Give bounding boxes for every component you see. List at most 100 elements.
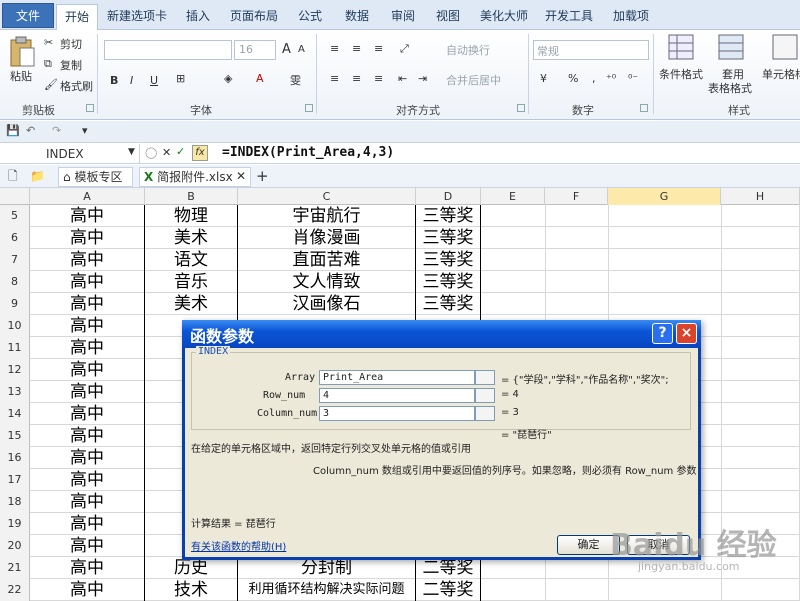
- folder-icon[interactable]: 📁: [30, 167, 45, 187]
- cell-a[interactable]: 高中: [30, 315, 145, 337]
- row-header[interactable]: 8: [0, 271, 30, 293]
- cell-a[interactable]: 高中: [30, 579, 145, 601]
- cell-a[interactable]: 高中: [30, 381, 145, 403]
- font-color-button[interactable]: A: [256, 72, 264, 85]
- tab-file[interactable]: 文件: [2, 3, 54, 28]
- copy-icon[interactable]: ⧉: [44, 57, 52, 71]
- row-header[interactable]: 22: [0, 579, 30, 601]
- column-header[interactable]: C: [238, 188, 416, 205]
- row-header[interactable]: 11: [0, 337, 30, 359]
- scissors-icon[interactable]: ✂: [44, 36, 53, 49]
- indent-decrease-icon[interactable]: ⇤: [398, 72, 407, 85]
- row-header[interactable]: 5: [0, 205, 30, 227]
- row-header[interactable]: 14: [0, 403, 30, 425]
- cell-a[interactable]: 高中: [30, 337, 145, 359]
- collapse-ref-icon[interactable]: [475, 388, 495, 403]
- cell-a[interactable]: 高中: [30, 359, 145, 381]
- italic-button[interactable]: I: [130, 74, 133, 87]
- tab-home[interactable]: 开始: [56, 4, 98, 31]
- cell-c[interactable]: 肖像漫画: [238, 227, 416, 249]
- row-header[interactable]: 19: [0, 513, 30, 535]
- collapse-icon[interactable]: ◯: [145, 146, 157, 159]
- new-tab-button[interactable]: +: [256, 167, 269, 187]
- cell-a[interactable]: 高中: [30, 403, 145, 425]
- font-size-combo[interactable]: 16: [234, 40, 276, 60]
- cell-styles-button[interactable]: 单元格样: [762, 66, 800, 82]
- align-top-icon[interactable]: ≡: [330, 42, 339, 55]
- cell-c[interactable]: 汉画像石: [238, 293, 416, 315]
- fill-color-icon[interactable]: ◈: [224, 72, 232, 85]
- cell-c[interactable]: 文人情致: [238, 271, 416, 293]
- column-num-input[interactable]: 3: [319, 406, 475, 421]
- orientation-icon[interactable]: ⤢: [400, 42, 409, 56]
- tab-view[interactable]: 视图: [428, 4, 468, 30]
- array-input[interactable]: Print_Area: [319, 370, 475, 385]
- cut-button[interactable]: 剪切: [60, 36, 82, 52]
- row-header[interactable]: 16: [0, 447, 30, 469]
- tab-review[interactable]: 审阅: [383, 4, 423, 30]
- row-header[interactable]: 6: [0, 227, 30, 249]
- enter-icon[interactable]: ✓: [176, 145, 185, 158]
- tab-template-zone[interactable]: ⌂ 模板专区: [58, 167, 133, 187]
- align-right-icon[interactable]: ≡: [374, 72, 383, 85]
- conditional-format-icon[interactable]: [668, 34, 694, 60]
- cell-a[interactable]: 高中: [30, 557, 145, 579]
- cell-styles-icon[interactable]: [772, 34, 798, 60]
- shrink-font-icon[interactable]: A: [298, 44, 305, 55]
- column-header[interactable]: D: [416, 188, 481, 205]
- cell-a[interactable]: 高中: [30, 535, 145, 557]
- cell-b[interactable]: 音乐: [145, 271, 238, 293]
- align-center-icon[interactable]: ≡: [352, 72, 361, 85]
- merge-center-button[interactable]: 合并后居中: [446, 72, 501, 88]
- tab-new[interactable]: 新建选项卡: [103, 4, 171, 30]
- paste-label[interactable]: 粘贴: [10, 68, 32, 84]
- percent-button[interactable]: %: [568, 72, 578, 85]
- cell-b[interactable]: 历史: [145, 557, 238, 579]
- name-box[interactable]: INDEX ▼: [0, 144, 140, 164]
- indent-increase-icon[interactable]: ⇥: [418, 72, 427, 85]
- cell-a[interactable]: 高中: [30, 513, 145, 535]
- clipboard-launcher-icon[interactable]: [86, 104, 94, 112]
- collapse-ref-icon[interactable]: [475, 406, 495, 421]
- cell-c[interactable]: 宇宙航行: [238, 205, 416, 227]
- format-table-label2[interactable]: 表格格式: [708, 80, 752, 96]
- cell-b[interactable]: 美术: [145, 293, 238, 315]
- wrap-text-button[interactable]: 自动换行: [446, 42, 490, 58]
- cell-d[interactable]: 三等奖: [416, 249, 481, 271]
- cell-a[interactable]: 高中: [30, 491, 145, 513]
- cell-c[interactable]: 直面苦难: [238, 249, 416, 271]
- cell-b[interactable]: 物理: [145, 205, 238, 227]
- row-header[interactable]: 13: [0, 381, 30, 403]
- cell-c[interactable]: 分封制: [238, 557, 416, 579]
- column-header[interactable]: A: [30, 188, 145, 205]
- underline-button[interactable]: U: [150, 74, 158, 87]
- currency-icon[interactable]: ¥: [540, 72, 547, 85]
- cell-d[interactable]: 三等奖: [416, 271, 481, 293]
- tab-insert[interactable]: 插入: [178, 4, 218, 30]
- decrease-decimal-icon[interactable]: ⁰⁻: [628, 72, 638, 85]
- help-button[interactable]: ?: [652, 323, 673, 344]
- undo-icon[interactable]: ↶: [26, 124, 35, 137]
- wen-button[interactable]: 雯: [290, 72, 301, 88]
- tab-workbook[interactable]: X 简报附件.xlsx: [139, 167, 251, 187]
- tab-formulas[interactable]: 公式: [290, 4, 330, 30]
- format-table-icon[interactable]: [718, 34, 744, 60]
- column-header[interactable]: F: [545, 188, 608, 205]
- cell-a[interactable]: 高中: [30, 205, 145, 227]
- cell-a[interactable]: 高中: [30, 271, 145, 293]
- bold-button[interactable]: B: [110, 74, 118, 87]
- close-button[interactable]: ×: [676, 323, 697, 344]
- border-icon[interactable]: ⊞: [176, 72, 185, 85]
- format-painter-button[interactable]: 格式刷: [60, 78, 93, 94]
- collapse-ref-icon[interactable]: [475, 370, 495, 385]
- increase-decimal-icon[interactable]: ⁺⁰: [606, 72, 616, 85]
- row-header[interactable]: 7: [0, 249, 30, 271]
- name-box-dropdown-icon[interactable]: ▼: [128, 147, 135, 157]
- tab-data[interactable]: 数据: [337, 4, 377, 30]
- cell-a[interactable]: 高中: [30, 425, 145, 447]
- number-format-combo[interactable]: 常规: [533, 40, 649, 60]
- font-launcher-icon[interactable]: [305, 104, 313, 112]
- align-bottom-icon[interactable]: ≡: [374, 42, 383, 55]
- tab-page-layout[interactable]: 页面布局: [225, 4, 283, 30]
- row-num-input[interactable]: 4: [319, 388, 475, 403]
